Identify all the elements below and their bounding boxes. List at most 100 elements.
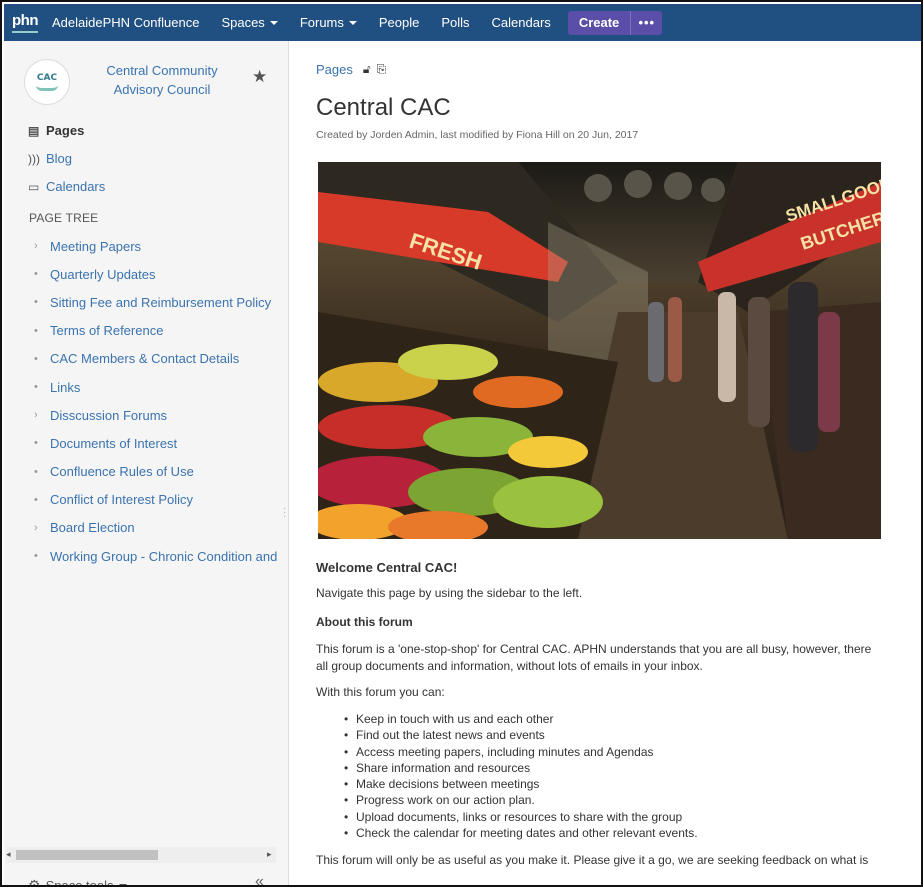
scrollbar-thumb[interactable] (16, 850, 158, 860)
bullet-icon: • (34, 550, 38, 563)
scroll-right-icon[interactable]: ▸ (267, 849, 272, 860)
page-tree-item-label: Links (50, 379, 81, 395)
about-heading: About this forum (316, 615, 413, 629)
bullet-icon: • (34, 324, 38, 337)
sidebar-horizontal-scrollbar[interactable]: ◂ ▸ (6, 847, 276, 863)
space-tools-menu[interactable]: ⚙ Space tools (28, 877, 127, 887)
nav-people[interactable]: People (368, 4, 430, 41)
page-tree-heading: PAGE TREE (29, 211, 99, 225)
page-tree-item-label: Terms of Reference (50, 323, 164, 339)
top-navigation-bar: phn AdelaidePHN Confluence Spaces Forums… (4, 4, 921, 41)
intro-line-2: all group documents and information, wit… (316, 659, 703, 673)
page-content: Pages 🔓︎ ⎘ Central CAC Created by Jorden… (316, 41, 921, 885)
logo-underline (12, 30, 38, 33)
sidebar-item-calendars[interactable]: ▭ Calendars (28, 179, 105, 194)
sidebar-item-label: Blog (46, 151, 73, 166)
space-avatar[interactable]: CAC (24, 59, 70, 105)
nav-spaces-label: Spaces (221, 15, 265, 30)
sidebar-item-label: Pages (46, 123, 85, 138)
collapse-sidebar-button[interactable]: « (255, 873, 264, 885)
navigate-text: Navigate this page by using the sidebar … (316, 586, 583, 600)
page-tree-item[interactable]: • Links (34, 373, 284, 401)
page-tree-item-label: Disscussion Forums (50, 407, 168, 423)
page-title: Central CAC (316, 94, 451, 121)
avatar-wave (36, 85, 58, 91)
page-tree-item-label: Sitting Fee and Reimbursement Policy (50, 294, 272, 310)
space-tools-label: Space tools (45, 878, 114, 887)
page-tree-item-label: Working Group - Chronic Condition and (50, 548, 278, 564)
features-list: Keep in touch with us and each otherFind… (344, 711, 921, 842)
page-tree-item-label: Board Election (50, 520, 135, 536)
chevron-down-icon (269, 20, 278, 25)
chevron-down-icon (348, 20, 357, 25)
bullet-icon: • (34, 381, 38, 394)
nav-calendars[interactable]: Calendars (481, 4, 562, 41)
nav-spaces[interactable]: Spaces (210, 4, 288, 41)
page-tree-item-label: Documents of Interest (50, 435, 178, 451)
page-tree-item-label: Quarterly Updates (50, 266, 156, 282)
bullet-icon: • (34, 268, 38, 281)
sidebar-item-blog[interactable]: ))) Blog (28, 151, 72, 166)
page-body: Welcome Central CAC! Navigate this page … (316, 557, 921, 869)
more-options-button[interactable]: ••• (630, 10, 663, 35)
market-hero-image: FRESH SMALLGOODS BUTCHERS (318, 162, 881, 539)
sidebar-item-pages[interactable]: ▤ Pages (28, 123, 84, 138)
page-tree-item[interactable]: • Sitting Fee and Reimbursement Policy (34, 288, 284, 316)
nav-forums[interactable]: Forums (289, 4, 368, 41)
page-tree-item[interactable]: › Board Election (34, 514, 284, 542)
space-name-link[interactable]: Central Community Advisory Council (82, 61, 242, 99)
page-tree-item[interactable]: • CAC Members & Contact Details (34, 345, 284, 373)
page-tree-item[interactable]: • Working Group - Chronic Condition and (34, 542, 284, 570)
bullet-icon: • (34, 352, 38, 365)
product-name-link[interactable]: AdelaidePHN Confluence (46, 4, 210, 41)
phn-logo[interactable]: phn (4, 4, 46, 41)
avatar-text: CAC (36, 73, 58, 83)
page-tree-item[interactable]: • Conflict of Interest Policy (34, 486, 284, 514)
page-tree-item[interactable]: • Documents of Interest (34, 429, 284, 457)
list-item: Upload documents, links or resources to … (344, 809, 921, 826)
nav-polls[interactable]: Polls (430, 4, 480, 41)
gear-icon: ⚙ (28, 877, 41, 887)
resize-handle[interactable]: · · · (283, 504, 286, 522)
bullet-icon: • (34, 437, 38, 450)
scroll-left-icon[interactable]: ◂ (6, 849, 11, 860)
page-tree-item-label: Meeting Papers (50, 238, 142, 254)
page-tree-item-label: Conflict of Interest Policy (50, 492, 194, 508)
expand-chevron-icon[interactable]: › (34, 409, 50, 421)
page-tree-item[interactable]: • Quarterly Updates (34, 260, 284, 288)
page-tree: › Meeting Papers • Quarterly Updates • Sittin… (34, 232, 284, 570)
page-tree-item[interactable]: › Disscussion Forums (34, 401, 284, 429)
page-tree-item-label: CAC Members & Contact Details (50, 351, 240, 367)
page-tree-item[interactable]: › Meeting Papers (34, 232, 284, 260)
closing-text: This forum will only be as useful as you… (316, 853, 869, 868)
chevron-down-icon (118, 883, 127, 885)
attachment-icon[interactable]: ⎘ (377, 62, 387, 77)
sidebar-item-label: Calendars (46, 179, 106, 194)
space-sidebar: CAC Central Community Advisory Council ★… (4, 41, 289, 887)
list-item: Find out the latest news and events (344, 727, 921, 744)
lock-icon[interactable]: 🔓︎ (363, 62, 371, 77)
pages-icon: ▤ (28, 123, 40, 138)
ellipsis-icon: ••• (638, 14, 656, 30)
calendar-icon: ▭ (28, 179, 40, 194)
list-item: Keep in touch with us and each other (344, 711, 921, 728)
page-tree-item[interactable]: • Terms of Reference (34, 317, 284, 345)
bullet-icon: • (34, 465, 38, 478)
nav-forums-label: Forums (299, 15, 344, 30)
list-item: Make decisions between meetings (344, 776, 921, 793)
expand-chevron-icon[interactable]: › (34, 522, 50, 534)
intro-line-1: This forum is a 'one-stop-shop' for Cent… (316, 642, 872, 656)
welcome-heading: Welcome Central CAC! (316, 560, 458, 575)
page-tree-item-label: Confluence Rules of Use (50, 464, 194, 480)
bullet-icon: • (34, 296, 38, 309)
rss-icon: ))) (28, 151, 40, 166)
star-icon[interactable]: ★ (252, 67, 267, 87)
logo-text: phn (12, 11, 39, 29)
expand-chevron-icon[interactable]: › (34, 240, 50, 252)
page-tree-item[interactable]: • Confluence Rules of Use (34, 458, 284, 486)
breadcrumb: Pages 🔓︎ ⎘ (316, 62, 386, 77)
list-item: Check the calendar for meeting dates and… (344, 825, 921, 842)
create-button[interactable]: Create (567, 10, 631, 35)
breadcrumb-pages-link[interactable]: Pages (316, 62, 353, 77)
features-intro: With this forum you can: (316, 685, 445, 699)
